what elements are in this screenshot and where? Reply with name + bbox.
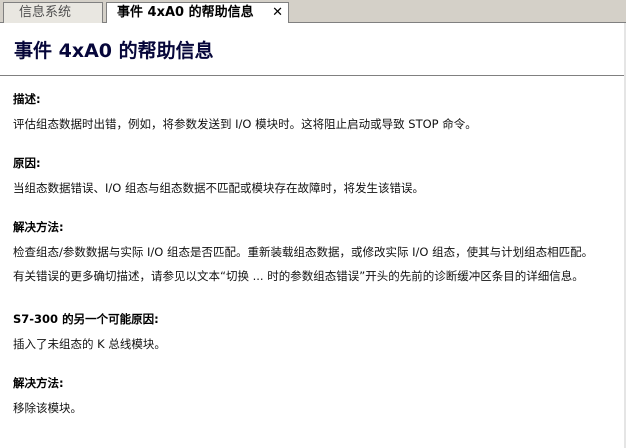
tab-event-help[interactable]: 事件 4xA0 的帮助信息 ✕: [106, 2, 289, 24]
section-heading: 原因:: [13, 156, 41, 170]
page-title: 事件 4xA0 的帮助信息: [14, 40, 214, 62]
section-cause: 原因: 当组态数据错误、I/O 组态与组态数据不匹配或模块存在故障时，将发生该错…: [13, 155, 424, 196]
section-text-line-1: 检查组态/参数数据与实际 I/O 组态是否匹配。重新装载组态数据，或修改实际 I…: [13, 245, 594, 259]
section-solution-2: 解决方法: 移除该模块。: [13, 375, 82, 416]
section-heading: 解决方法:: [13, 220, 64, 234]
section-text-line-2: 有关错误的更多确切描述，请参见以文本“切换 ... 时的参数组态错误”开头的先前…: [13, 269, 584, 283]
section-s7-300-cause: S7-300 的另一个可能原因: 插入了未组态的 K 总线模块。: [13, 311, 166, 352]
section-text: 当组态数据错误、I/O 组态与组态数据不匹配或模块存在故障时，将发生该错误。: [13, 181, 424, 195]
section-solution: 解决方法: 检查组态/参数数据与实际 I/O 组态是否匹配。重新装载组态数据，或…: [13, 219, 593, 284]
page-header: 事件 4xA0 的帮助信息: [0, 23, 626, 76]
section-heading: S7-300 的另一个可能原因:: [13, 312, 159, 326]
close-icon[interactable]: ✕: [272, 3, 283, 22]
section-heading: 描述:: [13, 92, 41, 106]
section-heading: 解决方法:: [13, 376, 64, 390]
tab-information-system[interactable]: 信息系统: [3, 2, 103, 23]
section-text: 评估组态数据时出错，例如，将参数发送到 I/O 模块时。这将阻止启动或导致 ST…: [13, 117, 477, 131]
section-text: 移除该模块。: [13, 401, 82, 415]
tab-label: 信息系统: [19, 5, 72, 20]
tab-label: 事件 4xA0 的帮助信息: [117, 5, 254, 20]
tab-bar: 信息系统 事件 4xA0 的帮助信息 ✕: [0, 0, 626, 24]
section-description: 描述: 评估组态数据时出错，例如，将参数发送到 I/O 模块时。这将阻止启动或导…: [13, 91, 477, 132]
section-text: 插入了未组态的 K 总线模块。: [13, 337, 166, 351]
